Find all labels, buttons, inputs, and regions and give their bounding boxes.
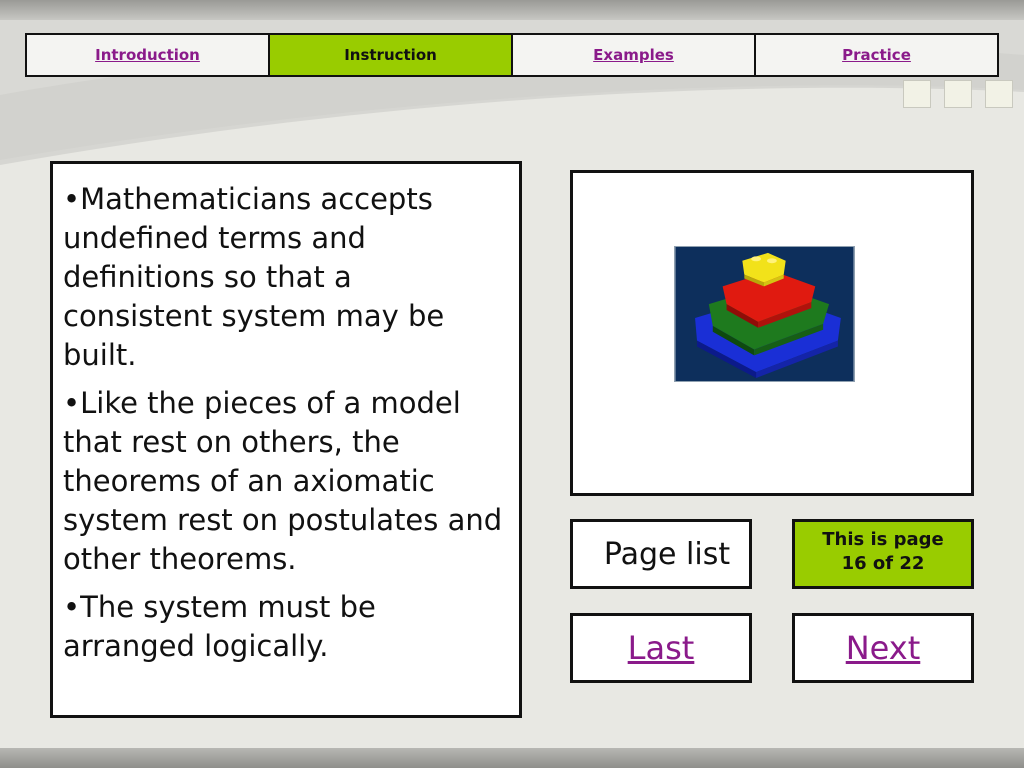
next-button-box: Next — [792, 613, 974, 683]
page-list-button[interactable]: Page list — [570, 519, 752, 589]
decorative-square-2 — [944, 80, 972, 108]
top-navigation: Introduction Instruction Examples Practi… — [25, 33, 999, 77]
image-panel — [570, 170, 974, 496]
last-link[interactable]: Last — [628, 629, 695, 667]
bottom-gradient-bar — [0, 748, 1024, 768]
tab-examples[interactable]: Examples — [513, 35, 756, 75]
last-button-box: Last — [570, 613, 752, 683]
tab-practice[interactable]: Practice — [756, 35, 997, 75]
tab-introduction[interactable]: Introduction — [27, 35, 270, 75]
decorative-square-1 — [903, 80, 931, 108]
lego-pyramid-image — [674, 246, 855, 382]
decorative-square-3 — [985, 80, 1013, 108]
page-counter-line1: This is page — [822, 529, 944, 550]
background-swoosh — [0, 20, 1024, 165]
page-counter-line2: 16 of 22 — [841, 553, 925, 574]
page-counter-badge: This is page 16 of 22 — [792, 519, 974, 589]
bullet-arranged-logically: •The system must be arranged logically. — [63, 590, 376, 663]
lesson-text-panel: •Mathematicians accepts undefined terms … — [50, 161, 522, 718]
next-link[interactable]: Next — [846, 629, 921, 667]
tab-instruction[interactable]: Instruction — [270, 35, 513, 75]
bullet-model-pieces: •Like the pieces of a model that rest on… — [63, 386, 503, 576]
bullet-undefined-terms: •Mathematicians accepts undefined terms … — [63, 182, 445, 372]
